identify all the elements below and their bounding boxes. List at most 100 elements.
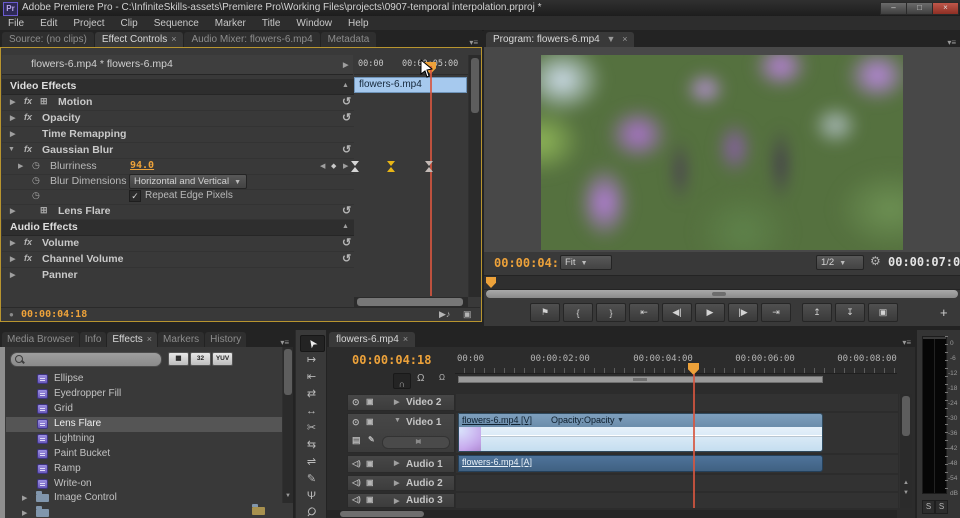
list-item-folder-partial[interactable]: ▶ <box>6 506 282 518</box>
menu-title[interactable]: Title <box>254 18 289 29</box>
list-item[interactable]: Eyedropper Fill <box>6 387 282 402</box>
solo-left-button[interactable]: S <box>922 500 935 514</box>
expand-track-icon[interactable]: ▶ <box>394 479 399 487</box>
expand-icon[interactable]: ▶ <box>10 239 15 247</box>
track-header-video1[interactable]: ⊙ ▣ ▼ Video 1 ▤ ✎ ◀ ● ▶ <box>347 413 455 453</box>
reset-icon[interactable]: ↺ <box>342 111 351 124</box>
next-keyframe-icon[interactable]: ▶ <box>343 162 348 170</box>
reset-icon[interactable]: ↺ <box>342 95 351 108</box>
audio-level-meter[interactable] <box>922 336 947 494</box>
set-display-style-icon[interactable]: ▤ <box>352 435 361 446</box>
expand-track-icon[interactable]: ▶ <box>394 459 399 467</box>
effects-search-input[interactable] <box>10 352 162 367</box>
export-frame-button[interactable]: ▣ <box>868 303 898 322</box>
list-item[interactable]: Ellipse <box>6 372 282 387</box>
collapse-icon[interactable]: ▼ <box>8 146 15 153</box>
minimize-button[interactable]: – <box>880 2 907 15</box>
video-clip-effect-label[interactable]: Opacity:Opacity <box>551 415 615 425</box>
tab-history[interactable]: History <box>205 332 246 347</box>
menu-help[interactable]: Help <box>340 18 377 29</box>
fx-badge-icon[interactable]: fx <box>24 144 32 154</box>
filter-yuv[interactable]: YUV <box>212 352 233 366</box>
scroll-thumb[interactable] <box>340 511 424 517</box>
expand-icon[interactable]: ▶ <box>10 255 15 263</box>
panel-drag-strip[interactable] <box>0 347 5 518</box>
expand-track-icon[interactable]: ▶ <box>394 497 399 505</box>
scroll-thumb[interactable] <box>357 298 463 306</box>
reset-icon[interactable]: ↺ <box>342 236 351 249</box>
zoom-level-dropdown[interactable]: Fit▼ <box>560 255 612 270</box>
collapse-section-icon[interactable]: ▲ <box>342 223 349 230</box>
mark-in-button[interactable]: { <box>563 303 593 322</box>
audio3-lane[interactable] <box>456 493 898 508</box>
track-header-audio2[interactable]: ◁) ▣ ▶ Audio 2 <box>347 475 455 491</box>
expand-icon[interactable]: ▶ <box>10 114 15 122</box>
tab-audio-mixer[interactable]: Audio Mixer: flowers-6.mp4 <box>184 32 319 47</box>
reset-icon[interactable]: ↺ <box>342 252 351 265</box>
playback-resolution-dropdown[interactable]: 1/2▼ <box>816 255 864 270</box>
close-button[interactable]: × <box>932 2 959 15</box>
effects-vertical-scrollbar[interactable]: ▼ <box>282 347 293 503</box>
play-button[interactable]: ▶ <box>695 303 725 322</box>
keyframe-icon[interactable] <box>425 161 434 172</box>
audio-clip[interactable]: flowers-6.mp4 [A] <box>458 455 823 472</box>
tab-metadata[interactable]: Metadata <box>321 32 377 47</box>
repeat-edge-checkbox[interactable]: ✓ <box>129 190 141 202</box>
rolling-edit-tool[interactable]: ⇄ <box>300 386 323 401</box>
extract-button[interactable]: ↧ <box>835 303 865 322</box>
fx-badge-icon[interactable]: fx <box>24 96 32 106</box>
expand-icon[interactable]: ▶ <box>10 98 15 106</box>
ec-horizontal-scrollbar[interactable] <box>354 297 468 307</box>
track-header-audio1[interactable]: ◁) ▣ ▶ Audio 1 <box>347 455 455 473</box>
tab-close-icon[interactable]: × <box>147 334 152 344</box>
tab-media-browser[interactable]: Media Browser <box>2 332 79 347</box>
program-playhead-marker[interactable] <box>486 277 496 288</box>
menu-clip[interactable]: Clip <box>112 18 145 29</box>
track-header-video2[interactable]: ⊙ ▣ ▶ Video 2 <box>347 394 455 411</box>
add-keyframe-icon[interactable]: ◆ <box>331 162 336 170</box>
list-item[interactable]: Write-on <box>6 477 282 492</box>
list-item[interactable]: Ramp <box>6 462 282 477</box>
scroll-down-icon[interactable]: ▼ <box>285 493 291 499</box>
collapse-section-icon[interactable]: ▲ <box>342 82 349 89</box>
unnumbered-marker-icon[interactable]: Ω <box>439 373 445 382</box>
opacity-rubber-band[interactable] <box>459 435 822 436</box>
menu-project[interactable]: Project <box>65 18 112 29</box>
rate-stretch-tool[interactable]: ↔ <box>300 403 323 418</box>
filter-32bit[interactable]: 32 <box>190 352 211 366</box>
show-timeline-view-icon[interactable]: ▶ <box>343 61 348 69</box>
tab-sequence[interactable]: flowers-6.mp4× <box>329 332 415 347</box>
keyframe-icon[interactable] <box>351 161 360 172</box>
toggle-track-output-icon[interactable]: ⊙ <box>352 417 360 428</box>
track-select-tool[interactable]: ↦ <box>300 352 323 367</box>
scroll-thumb[interactable] <box>284 349 292 395</box>
ec-clip-bar[interactable]: flowers-6.mp4 <box>354 77 467 93</box>
slide-tool[interactable]: ⇌ <box>300 454 323 469</box>
lift-button[interactable]: ↥ <box>802 303 832 322</box>
keyframe-nav-pill[interactable]: ◀ ● ▶ <box>382 436 450 449</box>
timeline-vertical-scrollbar[interactable]: ▲ ▼ <box>899 394 912 508</box>
program-time-ruler[interactable] <box>484 275 960 290</box>
expand-icon[interactable]: ▶ <box>18 162 23 170</box>
settings-wrench-icon[interactable]: ⚙ <box>870 254 881 268</box>
tab-effect-controls[interactable]: Effect Controls× <box>95 32 184 47</box>
ripple-edit-tool[interactable]: ⇤ <box>300 369 323 384</box>
sync-lock-icon[interactable]: ▣ <box>366 495 374 504</box>
tab-program[interactable]: Program: flowers-6.mp4 ▼ × <box>486 32 634 47</box>
video2-lane[interactable] <box>456 394 898 411</box>
encore-chapter-marker-icon[interactable]: Ω <box>417 373 424 384</box>
video-clip[interactable]: flowers-6.mp4 [V] Opacity:Opacity ▼ <box>458 413 823 452</box>
clip-effect-dropdown-icon[interactable]: ▼ <box>617 417 624 424</box>
expand-track-icon[interactable]: ▶ <box>394 398 399 406</box>
sync-lock-icon[interactable]: ▣ <box>366 459 374 468</box>
panel-menu-icon[interactable]: ▾≡ <box>943 38 960 47</box>
fx-badge-icon[interactable]: fx <box>24 253 32 263</box>
speaker-icon[interactable]: ◁) <box>352 495 361 504</box>
ec-vertical-scrollbar[interactable] <box>468 55 481 297</box>
selection-tool[interactable]: ➤ <box>300 335 325 352</box>
show-keyframes-icon[interactable]: ✎ <box>368 435 375 444</box>
work-area-bar[interactable] <box>458 376 823 383</box>
track-header-audio3[interactable]: ◁) ▣ ▶ Audio 3 <box>347 493 455 508</box>
fx-badge-icon[interactable]: fx <box>24 237 32 247</box>
snap-toggle[interactable]: ∩ <box>393 373 411 389</box>
